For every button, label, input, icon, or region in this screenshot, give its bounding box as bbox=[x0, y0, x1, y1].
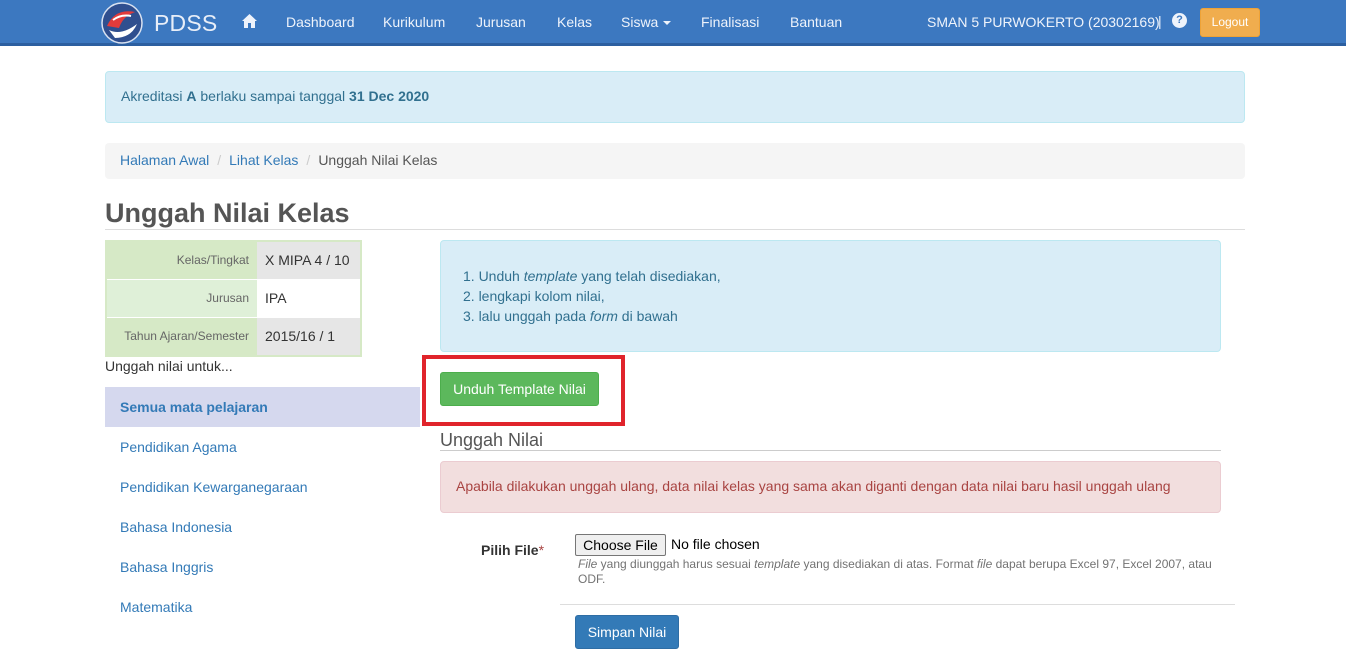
accreditation-middle: berlaku sampai tanggal bbox=[200, 88, 346, 104]
top-navbar: PDSS Dashboard Kurikulum Jurusan Kelas S… bbox=[0, 0, 1346, 46]
step-text-italic: template bbox=[523, 268, 578, 284]
class-info-value: IPA bbox=[257, 280, 360, 317]
accreditation-date: 31 Dec 2020 bbox=[349, 88, 430, 104]
step-text-italic: form bbox=[589, 308, 618, 324]
class-info-row: Kelas/Tingkat X MIPA 4 / 10 bbox=[107, 242, 360, 279]
upload-for-label: Unggah nilai untuk... bbox=[105, 358, 233, 374]
save-grades-button[interactable]: Simpan Nilai bbox=[575, 615, 679, 649]
breadcrumb-home[interactable]: Halaman Awal bbox=[120, 152, 209, 168]
file-label-text: Pilih File bbox=[481, 542, 539, 558]
nav-finalisasi[interactable]: Finalisasi bbox=[701, 14, 759, 30]
accreditation-grade: A bbox=[186, 88, 197, 104]
nav-kelas[interactable]: Kelas bbox=[557, 14, 592, 30]
brand-name[interactable]: PDSS bbox=[154, 10, 217, 37]
page-title: Unggah Nilai Kelas bbox=[105, 198, 350, 228]
nav-siswa-dropdown[interactable]: Siswa bbox=[621, 14, 672, 30]
subject-item-bahasa-inggris[interactable]: Bahasa Inggris bbox=[105, 547, 420, 587]
class-info-row: Jurusan IPA bbox=[107, 280, 360, 317]
nav-bantuan[interactable]: Bantuan bbox=[790, 14, 842, 30]
section-divider bbox=[440, 450, 1221, 451]
reupload-warning: Apabila dilakukan unggah ulang, data nil… bbox=[440, 461, 1221, 513]
choose-file-button[interactable]: Choose File bbox=[575, 534, 666, 556]
pdss-logo-icon[interactable] bbox=[101, 2, 143, 44]
class-info-label: Tahun Ajaran/Semester bbox=[107, 318, 257, 355]
class-info-table: Kelas/Tingkat X MIPA 4 / 10 Jurusan IPA … bbox=[105, 240, 362, 357]
title-divider bbox=[105, 229, 1245, 230]
breadcrumb: Halaman Awal / Lihat Kelas / Unggah Nilai Ke… bbox=[105, 143, 1245, 179]
class-info-value: 2015/16 / 1 bbox=[257, 318, 360, 355]
help-text: yang disediakan di atas. Format bbox=[800, 557, 977, 571]
help-italic: File bbox=[578, 557, 598, 571]
breadcrumb-current: Unggah Nilai Kelas bbox=[318, 152, 438, 168]
nav-separator: | bbox=[1158, 13, 1162, 29]
help-italic: file bbox=[976, 557, 993, 571]
subject-item-bahasa-indonesia[interactable]: Bahasa Indonesia bbox=[105, 507, 420, 547]
instructions-box: 1. Unduh template yang telah disediakan,… bbox=[440, 240, 1221, 352]
nav-siswa-label: Siswa bbox=[621, 14, 659, 30]
help-icon[interactable]: ? bbox=[1172, 13, 1187, 28]
subject-item-kewarganegaraan[interactable]: Pendidikan Kewarganegaraan bbox=[105, 467, 420, 507]
accreditation-alert: Akreditasi A berlaku sampai tanggal 31 D… bbox=[105, 71, 1245, 123]
instruction-step: 2. lengkapi kolom nilai, bbox=[463, 288, 605, 304]
breadcrumb-classes[interactable]: Lihat Kelas bbox=[229, 152, 298, 168]
school-name[interactable]: SMAN 5 PURWOKERTO (20302169) bbox=[927, 14, 1160, 30]
step-text: 1. Unduh bbox=[463, 268, 524, 284]
home-icon[interactable] bbox=[241, 13, 258, 29]
class-info-label: Kelas/Tingkat bbox=[107, 242, 257, 279]
subject-item-all[interactable]: Semua mata pelajaran bbox=[105, 387, 420, 427]
nav-kurikulum[interactable]: Kurikulum bbox=[383, 14, 445, 30]
instruction-step: 1. Unduh template yang telah disediakan, bbox=[463, 266, 1220, 286]
file-field-label: Pilih File* bbox=[481, 542, 544, 558]
class-info-row: Tahun Ajaran/Semester 2015/16 / 1 bbox=[107, 318, 360, 355]
form-divider bbox=[560, 604, 1235, 605]
download-template-button[interactable]: Unduh Template Nilai bbox=[440, 372, 599, 406]
step-text: 3. lalu unggah pada bbox=[463, 308, 590, 324]
help-italic: template bbox=[754, 557, 801, 571]
step-text: di bawah bbox=[617, 308, 678, 324]
subject-item-matematika[interactable]: Matematika bbox=[105, 587, 420, 627]
logout-button[interactable]: Logout bbox=[1200, 8, 1260, 37]
instruction-step: 3. lalu unggah pada form di bawah bbox=[463, 306, 1220, 326]
file-status: No file chosen bbox=[671, 536, 760, 552]
class-info-label: Jurusan bbox=[107, 280, 257, 317]
nav-dashboard[interactable]: Dashboard bbox=[286, 14, 355, 30]
chevron-down-icon bbox=[663, 21, 672, 26]
file-help-text: File yang diunggah harus sesuai template… bbox=[578, 557, 1218, 587]
breadcrumb-divider: / bbox=[217, 152, 222, 168]
class-info-value: X MIPA 4 / 10 bbox=[257, 242, 360, 279]
required-marker: * bbox=[538, 542, 545, 558]
subject-item-agama[interactable]: Pendidikan Agama bbox=[105, 427, 420, 467]
accreditation-prefix: Akreditasi bbox=[121, 88, 183, 104]
nav-jurusan[interactable]: Jurusan bbox=[476, 14, 526, 30]
step-text: yang telah disediakan, bbox=[577, 268, 721, 284]
upload-section-title: Unggah Nilai bbox=[440, 430, 544, 450]
breadcrumb-divider: / bbox=[306, 152, 311, 168]
help-text: yang diunggah harus sesuai bbox=[597, 557, 755, 571]
